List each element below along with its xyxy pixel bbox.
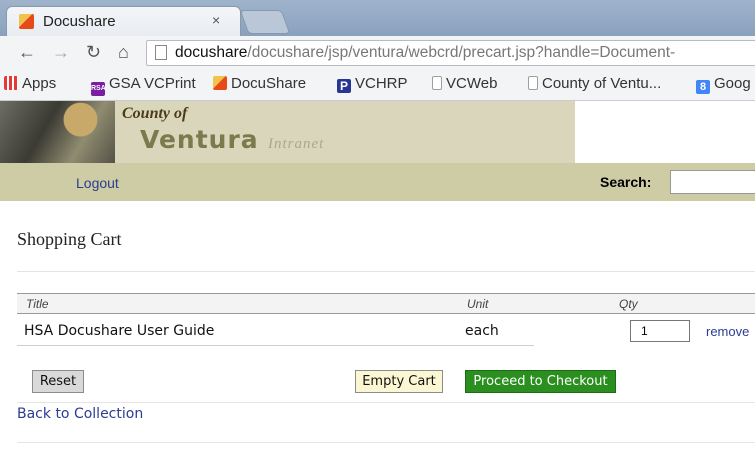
ventura-logo-text: Ventura [140, 125, 259, 154]
divider [17, 271, 755, 272]
logout-link[interactable]: Logout [76, 175, 119, 191]
divider [17, 402, 755, 403]
p-icon: P [337, 79, 351, 93]
search-label: Search: [600, 174, 652, 190]
bookmark-google[interactable]: 8 Goog [696, 75, 751, 94]
page-icon [155, 45, 167, 60]
column-unit: Unit [467, 297, 489, 311]
empty-cart-button[interactable]: Empty Cart [355, 370, 443, 393]
bookmark-apps[interactable]: Apps [4, 75, 56, 92]
apps-grid-icon [4, 76, 18, 90]
bookmark-docushare[interactable]: DocuShare [213, 75, 306, 92]
navigation-bar: ← → ↻ ⌂ docushare/docushare/jsp/ventura/… [0, 36, 755, 71]
tab-strip: Docushare × [0, 0, 755, 36]
column-qty: Qty [619, 297, 638, 311]
reset-button[interactable]: Reset [32, 370, 84, 393]
statue-photo [0, 101, 115, 163]
table-header: Title Unit Qty [17, 293, 755, 314]
back-to-collection-link[interactable]: Back to Collection [17, 406, 143, 422]
url-text: docushare/docushare/jsp/ventura/webcrd/p… [175, 44, 676, 61]
item-unit: each [465, 323, 499, 339]
browser-tab[interactable]: Docushare × [6, 6, 241, 36]
docushare-favicon-icon [19, 14, 34, 29]
docushare-icon [213, 76, 227, 90]
bookmark-gsa-vcprint[interactable]: RSA GSA VCPrint [91, 75, 196, 96]
tab-title: Docushare [43, 13, 116, 30]
close-tab-icon[interactable]: × [212, 12, 220, 28]
home-icon[interactable]: ⌂ [118, 42, 129, 63]
new-tab-button[interactable] [239, 10, 291, 34]
remove-link[interactable]: remove [706, 324, 749, 339]
back-arrow-icon[interactable]: ← [18, 42, 36, 63]
page-icon [528, 76, 538, 90]
google-icon: 8 [696, 80, 710, 94]
bookmarks-bar: Apps RSA GSA VCPrint DocuShare P VCHRP VCW… [0, 70, 755, 101]
site-header: County of Ventura Intranet [0, 101, 755, 163]
page-icon [432, 76, 442, 90]
bookmark-vcweb[interactable]: VCWeb [432, 75, 497, 92]
proceed-to-checkout-button[interactable]: Proceed to Checkout [465, 370, 616, 393]
county-banner: County of Ventura Intranet [0, 101, 575, 163]
rsa-icon: RSA [91, 82, 106, 96]
page-title: Shopping Cart [17, 229, 122, 249]
row-divider [17, 345, 534, 346]
search-input[interactable] [670, 170, 755, 194]
county-of-text: County of [122, 105, 188, 122]
site-subbar: Logout Search: [0, 163, 755, 201]
column-title: Title [26, 297, 49, 311]
bookmark-county-of-ventura[interactable]: County of Ventu... [528, 75, 661, 92]
reload-icon[interactable]: ↻ [86, 42, 101, 63]
quantity-input[interactable]: 1 [630, 320, 690, 342]
intranet-text: Intranet [268, 136, 325, 152]
item-title: HSA Docushare User Guide [24, 323, 215, 339]
bookmark-vchrp[interactable]: P VCHRP [337, 75, 408, 93]
divider [17, 442, 755, 443]
forward-arrow-icon[interactable]: → [52, 42, 70, 63]
address-bar[interactable]: docushare/docushare/jsp/ventura/webcrd/p… [146, 40, 755, 66]
